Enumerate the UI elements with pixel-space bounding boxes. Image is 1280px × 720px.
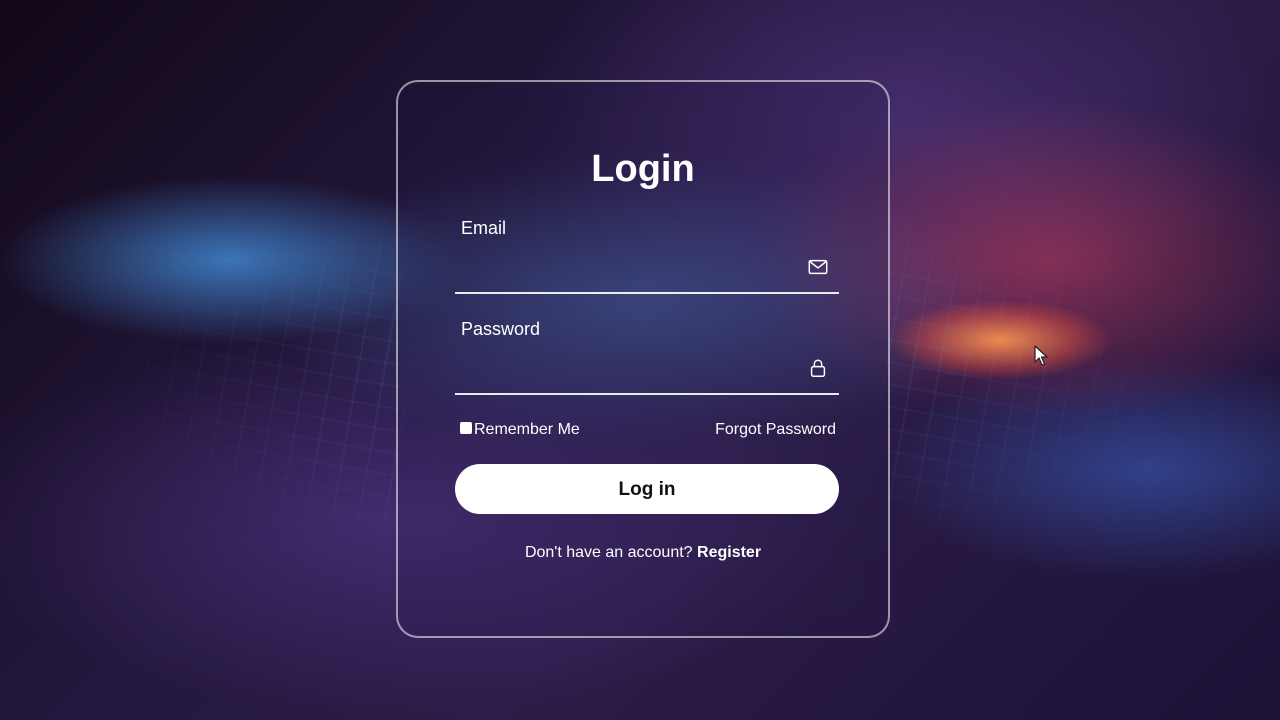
login-card: Login Email Password Remember Me Forgot …	[396, 80, 890, 638]
form-options: Remember Me Forgot Password	[460, 418, 836, 442]
register-link[interactable]: Register	[697, 544, 761, 561]
remember-label: Remember Me	[474, 421, 580, 438]
email-label: Email	[461, 218, 507, 238]
remember-checkbox[interactable]	[460, 422, 472, 434]
password-label: Password	[461, 319, 541, 339]
login-title: Login	[591, 148, 695, 190]
login-button[interactable]: Log in	[455, 464, 839, 514]
mouse-cursor-icon	[1034, 345, 1048, 366]
lock-icon	[810, 359, 826, 377]
register-prompt: Don't have an account?	[524, 544, 693, 561]
remember-me[interactable]: Remember Me	[460, 421, 580, 439]
mail-icon	[808, 259, 828, 275]
password-input[interactable]	[461, 357, 799, 387]
password-field[interactable]: Password	[455, 315, 839, 395]
email-input[interactable]	[461, 256, 799, 286]
email-field[interactable]: Email	[455, 214, 839, 294]
register-line: Don't have an account? Register	[398, 544, 888, 562]
forgot-password-link[interactable]: Forgot Password	[715, 421, 836, 439]
